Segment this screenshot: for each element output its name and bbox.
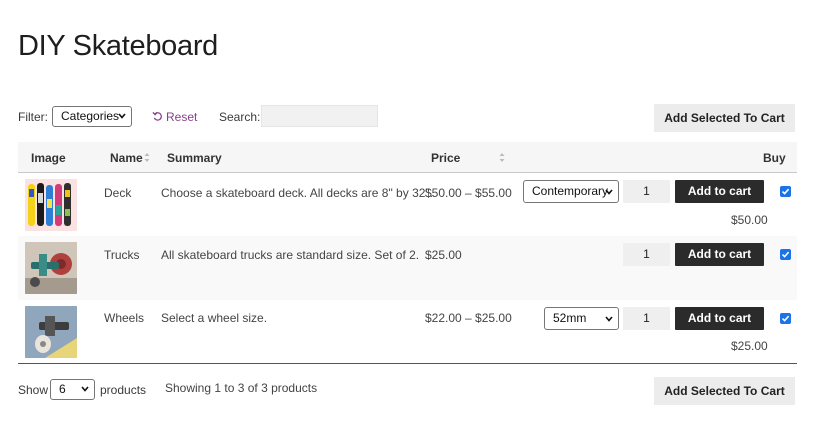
product-price: $50.00 – $55.00 <box>425 186 512 200</box>
add-selected-to-cart-button[interactable]: Add Selected To Cart <box>654 377 795 405</box>
product-summary: Choose a skateboard deck. All decks are … <box>161 186 434 200</box>
skateboard-truck-image[interactable] <box>25 242 77 294</box>
variation-price: $25.00 <box>731 339 768 353</box>
variation-select[interactable]: Contemporary <box>523 180 619 203</box>
add-to-cart-button[interactable]: Add to cart <box>675 307 764 330</box>
show-label: Show <box>18 383 49 397</box>
sort-icon[interactable] <box>144 152 150 163</box>
checkmark-icon <box>781 188 790 195</box>
search-label: Search: <box>219 110 261 124</box>
product-name[interactable]: Trucks <box>104 248 140 262</box>
variation-value: 52mm <box>553 311 587 325</box>
add-to-cart-button[interactable]: Add to cart <box>675 180 764 203</box>
quantity-input[interactable]: 1 <box>623 307 670 330</box>
column-header-image: Image <box>31 151 66 165</box>
undo-icon <box>152 111 162 121</box>
skateboard-wheels-image[interactable] <box>25 306 77 358</box>
table-controls: Filter: Categories Reset Search: Add Sel… <box>18 104 795 132</box>
quantity-input[interactable]: 1 <box>623 180 670 203</box>
product-table: Image Name Summary Price Buy Deck Choose… <box>18 142 797 364</box>
checkmark-icon <box>781 251 790 258</box>
select-checkbox[interactable] <box>780 249 791 260</box>
product-summary: Select a wheel size. <box>161 311 268 325</box>
product-summary: All skateboard trucks are standard size.… <box>161 248 420 262</box>
product-name[interactable]: Deck <box>104 186 131 200</box>
results-count: Showing 1 to 3 of 3 products <box>165 381 318 395</box>
column-header-name[interactable]: Name <box>110 151 143 165</box>
variation-value: Contemporary <box>532 184 609 198</box>
table-row: Trucks All skateboard trucks are standar… <box>18 236 797 300</box>
skateboard-decks-image[interactable] <box>25 179 77 231</box>
table-row: Deck Choose a skateboard deck. All decks… <box>18 173 797 236</box>
page-length-value: 6 <box>59 382 66 396</box>
column-header-buy: Buy <box>763 151 786 165</box>
table-footer: Show 6 products Showing 1 to 3 of 3 prod… <box>18 377 795 405</box>
page-length-select[interactable]: 6 <box>50 379 95 400</box>
variation-select[interactable]: 52mm <box>544 307 619 330</box>
page-title: DIY Skateboard <box>18 30 219 62</box>
product-name[interactable]: Wheels <box>104 311 144 325</box>
chevron-down-icon <box>605 316 613 322</box>
chevron-down-icon <box>118 113 126 119</box>
chevron-down-icon <box>81 386 89 392</box>
table-header: Image Name Summary Price Buy <box>18 142 797 173</box>
chevron-down-icon <box>605 189 613 195</box>
add-to-cart-button[interactable]: Add to cart <box>675 243 764 266</box>
select-checkbox[interactable] <box>780 313 791 324</box>
search-input[interactable] <box>261 105 378 127</box>
category-filter-value: Categories <box>61 109 120 123</box>
sort-icon[interactable] <box>499 152 505 163</box>
product-price: $25.00 <box>425 248 462 262</box>
quantity-input[interactable]: 1 <box>623 243 670 266</box>
category-filter-select[interactable]: Categories <box>52 106 132 127</box>
select-checkbox[interactable] <box>780 186 791 197</box>
products-label: products <box>100 383 147 397</box>
reset-link[interactable]: Reset <box>152 110 197 124</box>
add-selected-to-cart-button[interactable]: Add Selected To Cart <box>654 104 795 132</box>
table-row: Wheels Select a wheel size. $22.00 – $25… <box>18 300 797 364</box>
variation-price: $50.00 <box>731 213 768 227</box>
column-header-price[interactable]: Price <box>431 151 460 165</box>
product-price: $22.00 – $25.00 <box>425 311 512 325</box>
column-header-summary: Summary <box>167 151 222 165</box>
reset-label: Reset <box>166 110 198 124</box>
checkmark-icon <box>781 315 790 322</box>
filter-label: Filter: <box>18 110 48 124</box>
